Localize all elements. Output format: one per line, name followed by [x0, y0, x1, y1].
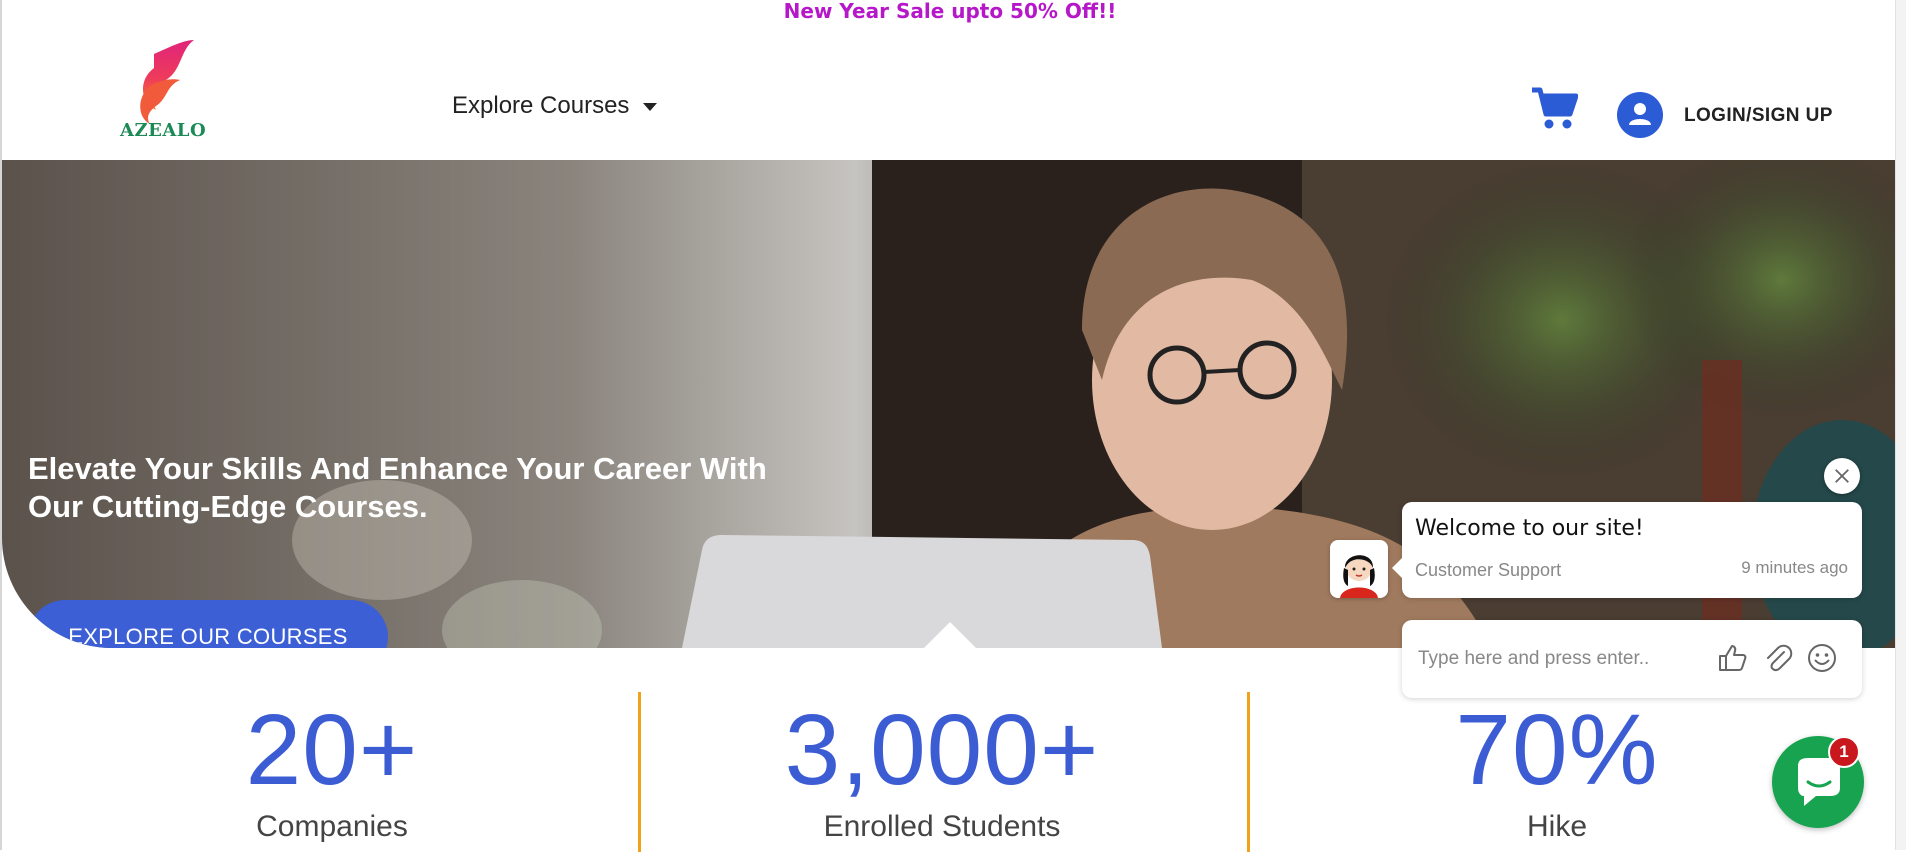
user-avatar-button[interactable]	[1617, 92, 1663, 138]
chat-timestamp: 9 minutes ago	[1741, 558, 1848, 577]
chat-input[interactable]	[1416, 642, 1710, 676]
promo-banner[interactable]: New Year Sale upto 50% Off!!	[2, 0, 1898, 22]
stat-enrolled-students: 3,000+ Enrolled Students	[692, 700, 1192, 844]
stat-hike: 70% Hike	[1307, 700, 1807, 844]
stat-value: 70%	[1455, 694, 1659, 806]
thumbs-up-icon[interactable]	[1716, 642, 1748, 674]
chat-close-button[interactable]	[1824, 458, 1860, 494]
stat-divider	[638, 692, 641, 852]
paperclip-icon[interactable]	[1762, 642, 1794, 674]
agent-avatar-icon	[1340, 555, 1378, 598]
hero-title: Elevate Your Skills And Enhance Your Car…	[28, 451, 767, 524]
user-icon	[1629, 103, 1651, 125]
hero-notch	[924, 622, 976, 648]
scrollbar[interactable]	[1895, 0, 1906, 850]
stat-companies: 20+ Companies	[82, 700, 582, 844]
stat-label: Companies	[256, 810, 408, 843]
emoji-icon[interactable]	[1806, 642, 1838, 674]
cart-icon[interactable]	[1530, 86, 1578, 130]
stat-value: 3,000+	[784, 694, 1100, 806]
site-header: AZEALO Explore Courses LOGIN/SIGN UP	[2, 22, 1898, 160]
caret-down-icon	[643, 103, 658, 111]
explore-courses-button[interactable]: EXPLORE OUR COURSES	[28, 600, 388, 648]
login-signup-link[interactable]: LOGIN/SIGN UP	[1684, 105, 1833, 127]
nav-explore-courses[interactable]: Explore Courses	[452, 92, 658, 120]
page: New Year Sale upto 50% Off!! AZEALO Expl…	[0, 0, 1898, 852]
stat-divider	[1247, 692, 1250, 852]
logo-flame-icon[interactable]	[120, 40, 204, 164]
chat-welcome-text: Welcome to our site!	[1415, 516, 1644, 541]
stat-label: Hike	[1526, 810, 1587, 843]
chat-message-bubble: Welcome to our site! Customer Support 9 …	[1392, 502, 1862, 598]
logo-text[interactable]: AZEALO	[120, 120, 206, 141]
close-icon	[1835, 469, 1849, 483]
stat-label: Enrolled Students	[823, 810, 1061, 843]
chat-unread-badge: 1	[1828, 736, 1860, 768]
chat-agent-avatar	[1330, 540, 1388, 598]
chat-input-box	[1402, 620, 1862, 698]
chat-agent-name: Customer Support	[1415, 560, 1562, 580]
nav-explore-label: Explore Courses	[452, 92, 630, 119]
stat-value: 20+	[245, 694, 419, 806]
